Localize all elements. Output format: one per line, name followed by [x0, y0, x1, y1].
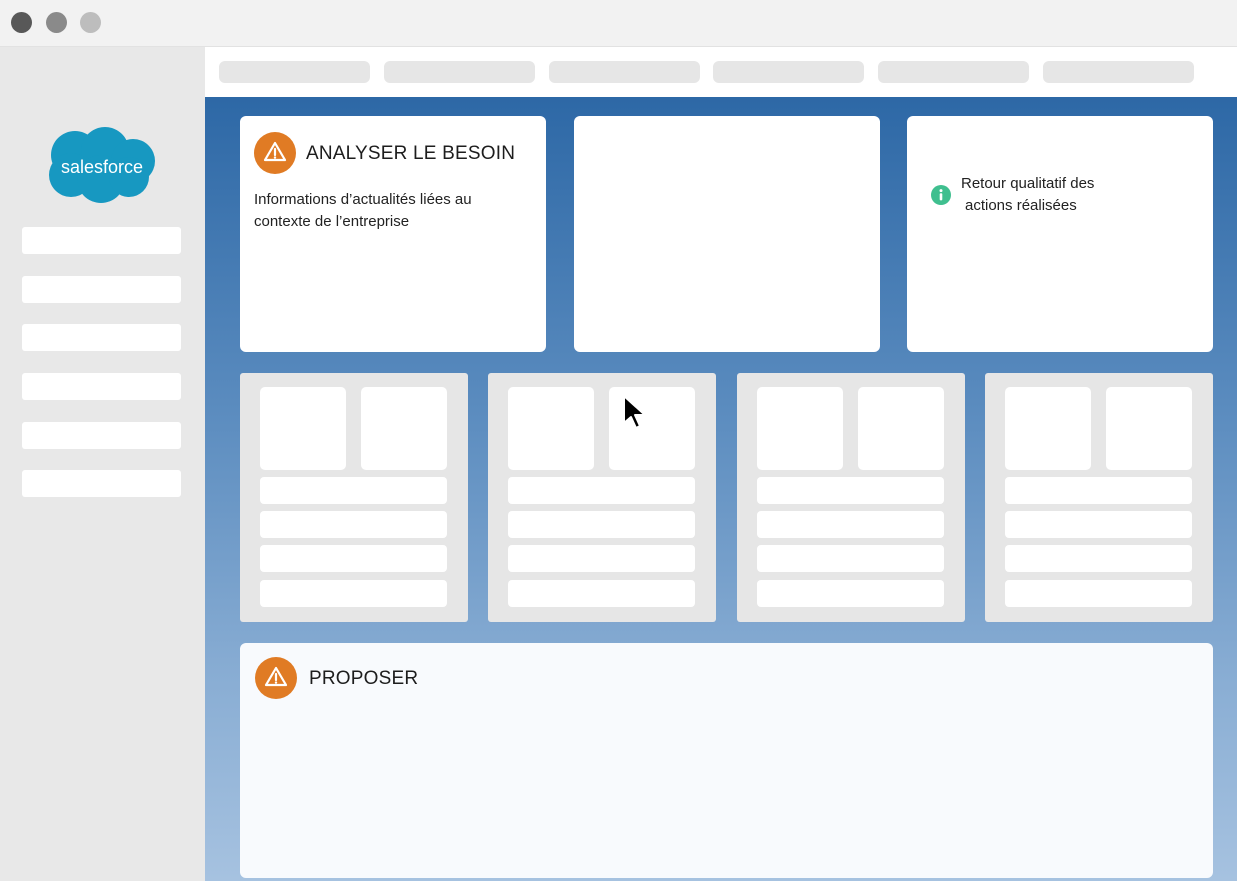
warning-icon	[254, 132, 296, 174]
panel-row[interactable]	[757, 511, 944, 538]
feedback-text-line1: Retour qualitatif des	[961, 175, 1095, 192]
main-content: ANALYSER LE BESOIN Informations d’actual…	[205, 97, 1237, 881]
panel-tile[interactable]	[1005, 387, 1091, 470]
feedback-text-line2: actions réalisées	[965, 197, 1077, 214]
sidebar-item-1[interactable]	[22, 227, 181, 254]
maximize-window-button[interactable]	[80, 12, 101, 33]
info-icon	[931, 185, 951, 205]
panel-3	[737, 373, 965, 622]
proposer-card[interactable]: PROPOSER	[240, 643, 1213, 878]
panel-row[interactable]	[260, 545, 447, 572]
sidebar: salesforce	[0, 47, 205, 881]
arrow-cursor-icon	[620, 393, 652, 433]
panel-tile[interactable]	[858, 387, 944, 470]
panel-row[interactable]	[260, 477, 447, 504]
panel-2	[488, 373, 716, 622]
panel-row[interactable]	[757, 580, 944, 607]
panel-row[interactable]	[1005, 580, 1192, 607]
minimize-window-button[interactable]	[46, 12, 67, 33]
panel-row[interactable]	[757, 477, 944, 504]
panel-tile[interactable]	[260, 387, 346, 470]
nav-tab-6[interactable]	[1043, 61, 1194, 83]
nav-tab-4[interactable]	[713, 61, 864, 83]
sidebar-item-4[interactable]	[22, 373, 181, 400]
sidebar-item-2[interactable]	[22, 276, 181, 303]
panel-row[interactable]	[508, 477, 695, 504]
warning-icon	[255, 657, 297, 699]
panel-row[interactable]	[757, 545, 944, 572]
panel-tile[interactable]	[757, 387, 843, 470]
sidebar-item-6[interactable]	[22, 470, 181, 497]
nav-tab-1[interactable]	[219, 61, 370, 83]
panel-tile[interactable]	[361, 387, 447, 470]
nav-tab-3[interactable]	[549, 61, 700, 83]
analyse-card[interactable]: ANALYSER LE BESOIN Informations d’actual…	[240, 116, 546, 352]
salesforce-logo: salesforce	[45, 125, 159, 205]
close-window-button[interactable]	[11, 12, 32, 33]
panel-row[interactable]	[508, 511, 695, 538]
panel-row[interactable]	[508, 545, 695, 572]
panel-row[interactable]	[260, 511, 447, 538]
sidebar-item-3[interactable]	[22, 324, 181, 351]
panel-row[interactable]	[1005, 545, 1192, 572]
top-navigation	[205, 47, 1237, 97]
panel-row[interactable]	[1005, 511, 1192, 538]
panel-tile[interactable]	[1106, 387, 1192, 470]
sidebar-item-5[interactable]	[22, 422, 181, 449]
panel-row[interactable]	[1005, 477, 1192, 504]
analyse-card-title: ANALYSER LE BESOIN	[306, 143, 516, 164]
blank-card[interactable]	[574, 116, 880, 352]
analyse-card-text: Informations d’actualités liées au conte…	[254, 191, 472, 230]
panel-tile[interactable]	[508, 387, 594, 470]
nav-tab-5[interactable]	[878, 61, 1029, 83]
proposer-card-title: PROPOSER	[309, 668, 419, 689]
feedback-card[interactable]: Retour qualitatif des actions réalisées	[907, 116, 1213, 352]
nav-tab-2[interactable]	[384, 61, 535, 83]
panel-1	[240, 373, 468, 622]
panel-row[interactable]	[260, 580, 447, 607]
window-titlebar	[0, 0, 1237, 47]
panel-4	[985, 373, 1213, 622]
panel-row[interactable]	[508, 580, 695, 607]
salesforce-logo-text: salesforce	[61, 157, 143, 177]
